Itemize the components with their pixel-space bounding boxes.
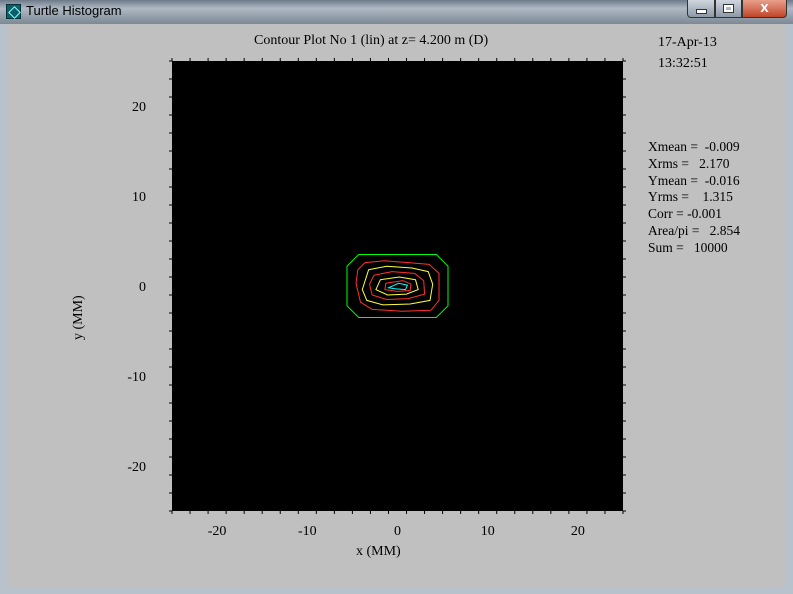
- y-axis-label: y (MM): [71, 295, 86, 340]
- y-tick-label: -10: [127, 370, 146, 385]
- y-tick-label: 10: [132, 190, 146, 205]
- x-tick-label: 20: [571, 524, 585, 539]
- x-tick-label: 0: [394, 524, 401, 539]
- y-tick-label: -20: [127, 460, 146, 475]
- y-tick-label: 0: [139, 280, 146, 295]
- x-tick-label: -10: [298, 524, 317, 539]
- x-axis-label: x (MM): [356, 544, 401, 559]
- x-tick-label: 10: [481, 524, 495, 539]
- x-tick-label: -20: [208, 524, 227, 539]
- y-tick-label: 20: [132, 100, 146, 115]
- plot-area: [172, 61, 623, 511]
- contour-plot: -20 -10 0 10 20 -20 -10 0 10 20: [127, 58, 626, 539]
